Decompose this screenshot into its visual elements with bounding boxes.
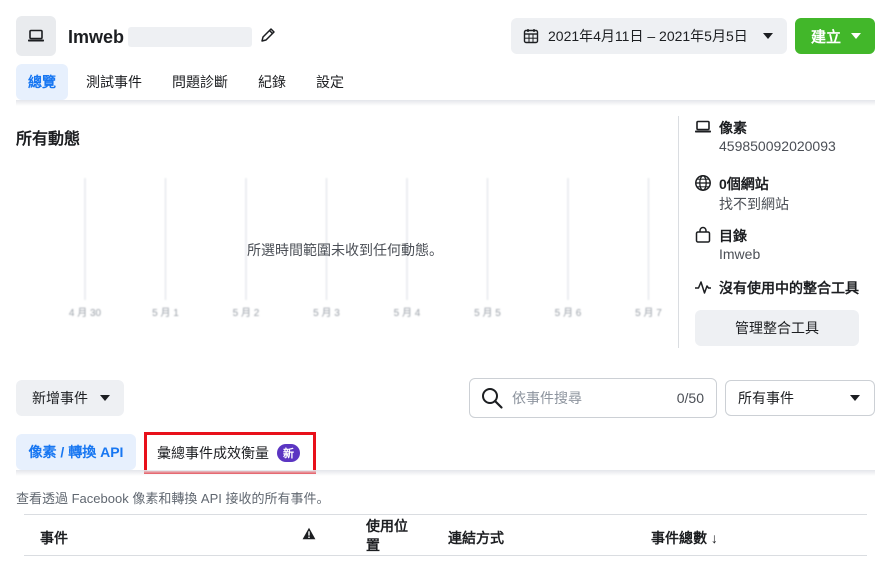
chart-x-tick-label: 5 月 5	[474, 307, 501, 319]
table-top-border	[24, 514, 867, 515]
date-range-picker[interactable]: 2021年4月11日 – 2021年5月5日	[511, 18, 787, 54]
chart-x-tick-label: 4 月 30	[69, 307, 102, 319]
tabs-divider	[16, 100, 875, 106]
main-tabs: 總覽 測試事件 問題診斷 紀錄 設定	[16, 64, 362, 100]
catalog-name: Imweb	[719, 246, 761, 262]
warning-icon	[302, 527, 316, 540]
date-range-label: 2021年4月11日 – 2021年5月5日	[548, 28, 748, 44]
column-header-event[interactable]: 事件	[40, 528, 68, 548]
chart-x-tick-label: 5 月 4	[394, 307, 421, 319]
tab-overview[interactable]: 總覽	[16, 64, 68, 100]
shopping-bag-icon	[695, 226, 711, 243]
pencil-icon[interactable]	[259, 26, 277, 44]
column-header-total-events[interactable]: 事件總數 ↓	[651, 528, 718, 548]
chevron-down-icon	[763, 33, 773, 39]
tab-history[interactable]: 紀錄	[246, 64, 298, 100]
manage-integrations-button[interactable]: 管理整合工具	[695, 310, 859, 346]
tab-pixel-conversions-api[interactable]: 像素 / 轉換 API	[16, 434, 136, 470]
calendar-icon	[523, 29, 539, 44]
chevron-down-icon	[851, 33, 861, 39]
event-filter-select[interactable]: 所有事件	[725, 380, 875, 416]
column-header-used-in[interactable]: 使用位置	[366, 517, 412, 555]
page-title: Imweb	[68, 27, 125, 47]
tab-settings[interactable]: 設定	[304, 64, 356, 100]
websites-count: 0個網站	[719, 176, 769, 192]
subtabs-divider	[16, 470, 875, 476]
pixel-label: 像素	[719, 120, 747, 136]
tab-aggregated-event-measurement[interactable]: 彙總事件成效衡量 新	[144, 432, 316, 474]
chevron-down-icon	[100, 395, 110, 401]
activity-title: 所有動態	[16, 131, 81, 148]
tab-test-events[interactable]: 測試事件	[74, 64, 154, 100]
event-filter-label: 所有事件	[738, 390, 794, 406]
laptop-icon	[28, 29, 44, 42]
event-search[interactable]: 0/50	[469, 378, 717, 418]
search-icon	[482, 388, 503, 409]
laptop-icon	[695, 120, 711, 133]
chart-x-tick-label: 5 月 7	[635, 307, 662, 319]
websites-status: 找不到網站	[719, 196, 789, 212]
pixel-avatar	[16, 16, 56, 56]
redacted-title-suffix	[128, 27, 252, 47]
column-header-connection[interactable]: 連結方式	[448, 528, 504, 548]
activity-icon	[695, 281, 711, 294]
create-button-label: 建立	[811, 28, 842, 46]
events-description: 查看透過 Facebook 像素和轉換 API 接收的所有事件。	[16, 491, 330, 506]
integrations-status: 沒有使用中的整合工具	[719, 280, 859, 296]
globe-icon	[695, 175, 711, 191]
panel-divider	[678, 116, 679, 348]
search-char-count: 0/50	[676, 390, 704, 406]
create-button[interactable]: 建立	[795, 18, 875, 54]
pixel-id: 459850092020093	[719, 138, 836, 154]
new-badge: 新	[277, 444, 300, 462]
search-input[interactable]	[512, 390, 662, 406]
chart-x-tick-label: 5 月 6	[555, 307, 582, 319]
chart-x-tick-label: 5 月 1	[152, 307, 179, 319]
tab-diagnostics[interactable]: 問題診斷	[160, 64, 240, 100]
chart-x-tick-label: 5 月 2	[233, 307, 260, 319]
chart-empty-message: 所選時間範圍未收到任何動態。	[247, 242, 443, 258]
chevron-down-icon	[850, 395, 860, 401]
table-header-bottom-border	[24, 555, 867, 556]
add-event-label: 新增事件	[32, 390, 88, 406]
chart-x-tick-label: 5 月 3	[313, 307, 340, 319]
add-event-button[interactable]: 新增事件	[16, 380, 124, 416]
catalog-label: 目錄	[719, 228, 747, 244]
aggregated-tab-label: 彙總事件成效衡量	[157, 445, 269, 461]
